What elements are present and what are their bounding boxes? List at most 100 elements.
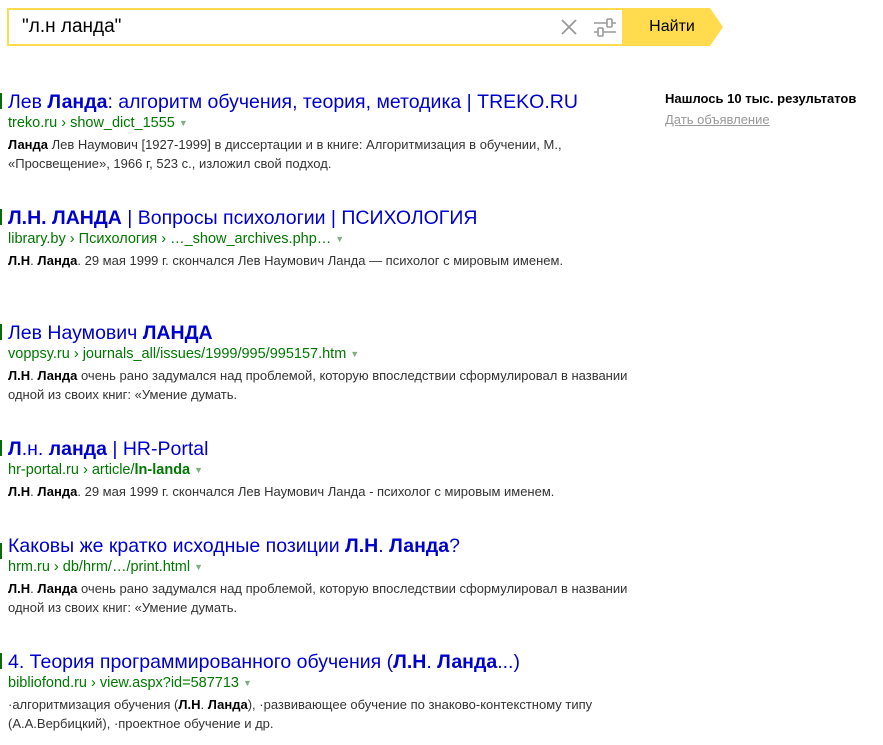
result-title-highlight: ланда xyxy=(48,438,107,460)
search-result: 4. Теория программированного обучения (Л… xyxy=(8,650,648,733)
breadcrumb-separator: › xyxy=(49,559,63,575)
result-path-link[interactable]: article/ xyxy=(92,462,135,478)
result-path-link[interactable]: journals_all/issues/1999/995/995157.htm xyxy=(83,346,347,362)
result-path-link[interactable]: hrm.ru xyxy=(8,559,50,575)
search-box xyxy=(7,8,624,46)
result-snippet: Л.Н. Ланда очень рано задумался над проб… xyxy=(8,579,633,617)
result-title-highlight: Л.Н xyxy=(393,651,427,673)
dropdown-triangle-icon[interactable]: ▼ xyxy=(335,230,344,248)
result-marker xyxy=(0,440,2,456)
find-button-label: Найти xyxy=(649,18,695,35)
search-result: Л.н. ланда | HR-Portal hr-portal.ru › art… xyxy=(8,437,648,501)
result-title-highlight: Ланда xyxy=(47,91,108,113)
dropdown-triangle-icon[interactable]: ▼ xyxy=(194,461,203,479)
result-title-highlight: Ланда xyxy=(437,651,498,673)
result-snippet-text: . 29 мая 1999 г. скончался Лев Наумович … xyxy=(77,253,564,268)
result-marker xyxy=(0,324,2,340)
search-result: Л.Н. ЛАНДА | Вопросы психологии | ПСИХОЛ… xyxy=(8,206,648,270)
result-path-link[interactable]: Психология xyxy=(79,231,158,247)
breadcrumb-separator: › xyxy=(69,346,83,362)
result-path: bibliofond.ru › view.aspx?id=587713 ▼ xyxy=(8,674,648,692)
result-snippet-highlight: Л.Н xyxy=(8,581,31,596)
result-snippet-highlight: Ланда xyxy=(37,253,78,268)
result-marker xyxy=(0,653,2,669)
result-title-link[interactable]: Лев Наумович ЛАНДА xyxy=(8,321,648,345)
result-title-highlight: Л xyxy=(8,438,22,460)
result-title-text: : алгоритм обучения, теория, методика | … xyxy=(107,91,578,113)
result-snippet-highlight: Ланда xyxy=(207,697,248,712)
result-snippet: Л.Н. Ланда. 29 мая 1999 г. скончался Лев… xyxy=(8,251,633,270)
results-count: Нашлось 10 тыс. результатов xyxy=(665,91,857,106)
result-snippet: Ланда Лев Наумович [1927-1999] в диссерт… xyxy=(8,135,633,173)
dropdown-triangle-icon[interactable]: ▼ xyxy=(243,674,252,692)
result-snippet: Л.Н. Ланда очень рано задумался над проб… xyxy=(8,366,633,404)
result-path: hr-portal.ru › article/ln-landa ▼ xyxy=(8,461,648,479)
search-result: Лев Ланда: алгоритм обучения, теория, ме… xyxy=(8,90,648,173)
result-path-link[interactable]: library.by xyxy=(8,231,66,247)
result-marker xyxy=(0,209,2,225)
dropdown-triangle-icon[interactable]: ▼ xyxy=(194,558,203,576)
find-button[interactable]: Найти xyxy=(624,8,723,46)
result-snippet: ·алгоритмизация обучения (Л.Н. Ланда), ·… xyxy=(8,695,633,733)
dropdown-triangle-icon[interactable]: ▼ xyxy=(179,114,188,132)
result-path-link[interactable]: …_show_archives.php… xyxy=(170,231,331,247)
settings-sliders-icon[interactable] xyxy=(592,17,618,39)
result-path-link[interactable]: voppsy.ru xyxy=(8,346,70,362)
result-marker xyxy=(0,543,2,559)
search-result: Лев Наумович ЛАНДА voppsy.ru › journals_a… xyxy=(8,321,648,404)
breadcrumb-separator: › xyxy=(157,231,171,247)
dropdown-triangle-icon[interactable]: ▼ xyxy=(350,345,359,363)
result-title-link[interactable]: Каковы же кратко исходные позиции Л.Н. Л… xyxy=(8,534,648,558)
give-ad-link[interactable]: Дать объявление xyxy=(665,111,883,128)
result-title-highlight: ЛАНДА xyxy=(142,322,213,344)
result-snippet-highlight: Ланда xyxy=(8,137,49,152)
result-title-text: Каковы же кратко исходные позиции xyxy=(8,535,346,557)
result-title-text: ...) xyxy=(497,651,520,673)
result-title-text: . xyxy=(378,535,390,557)
result-snippet-text: ·алгоритмизация обучения ( xyxy=(8,697,179,712)
result-snippet: Л.Н. Ланда. 29 мая 1999 г. скончался Лев… xyxy=(8,482,633,501)
result-path: voppsy.ru › journals_all/issues/1999/995… xyxy=(8,345,648,363)
result-title-link[interactable]: Л.н. ланда | HR-Portal xyxy=(8,437,648,461)
result-title-link[interactable]: 4. Теория программированного обучения (Л… xyxy=(8,650,648,674)
result-path-link[interactable]: show_dict_1555 xyxy=(70,115,175,131)
result-path-link[interactable]: hr-portal.ru xyxy=(8,462,79,478)
result-path-link[interactable]: db/hrm/…/print.html xyxy=(63,559,190,575)
breadcrumb-separator: › xyxy=(87,675,100,691)
result-snippet-text: очень рано задумался над проблемой, кото… xyxy=(8,581,628,615)
result-path: treko.ru › show_dict_1555 ▼ xyxy=(8,114,648,132)
result-path-link[interactable]: bibliofond.ru xyxy=(8,675,87,691)
result-path: hrm.ru › db/hrm/…/print.html ▼ xyxy=(8,558,648,576)
search-input[interactable] xyxy=(9,10,549,44)
result-snippet-text: Лев Наумович [1927-1999] в диссертации и… xyxy=(8,137,562,171)
result-title-highlight: Л.Н xyxy=(345,535,379,557)
breadcrumb-separator: › xyxy=(57,115,71,131)
result-path-link[interactable]: ln-landa xyxy=(135,462,191,478)
result-title-text: Лев xyxy=(8,91,48,113)
result-snippet-highlight: Л.Н xyxy=(8,484,31,499)
result-snippet-highlight: Ланда xyxy=(37,484,78,499)
breadcrumb-separator: › xyxy=(78,462,92,478)
result-title-text: .н. xyxy=(21,438,49,460)
result-title-text: 4. Теория программированного обучения ( xyxy=(8,651,394,673)
result-title-text: . xyxy=(426,651,438,673)
result-snippet-highlight: Л.Н xyxy=(8,253,31,268)
result-snippet-highlight: Л.Н xyxy=(8,368,31,383)
result-snippet-highlight: Л.Н xyxy=(178,697,201,712)
result-snippet-text: . xyxy=(200,697,208,712)
result-snippet-highlight: Ланда xyxy=(37,368,78,383)
result-title-highlight: Л.Н. ЛАНДА xyxy=(8,207,122,229)
search-result: Каковы же кратко исходные позиции Л.Н. Л… xyxy=(8,534,648,617)
result-title-highlight: Ланда xyxy=(389,535,450,557)
result-title-text: ? xyxy=(449,535,460,557)
result-path-link[interactable]: treko.ru xyxy=(8,115,57,131)
result-path-link[interactable]: view.aspx?id=587713 xyxy=(100,675,239,691)
result-title-text: | HR-Portal xyxy=(106,438,209,460)
clear-icon[interactable] xyxy=(560,18,578,36)
result-title-text: Лев Наумович xyxy=(8,322,143,344)
breadcrumb-separator: › xyxy=(65,231,79,247)
result-title-link[interactable]: Лев Ланда: алгоритм обучения, теория, ме… xyxy=(8,90,648,114)
result-snippet-text: очень рано задумался над проблемой, кото… xyxy=(8,368,628,402)
result-snippet-highlight: Ланда xyxy=(37,581,78,596)
result-title-link[interactable]: Л.Н. ЛАНДА | Вопросы психологии | ПСИХОЛ… xyxy=(8,206,648,230)
